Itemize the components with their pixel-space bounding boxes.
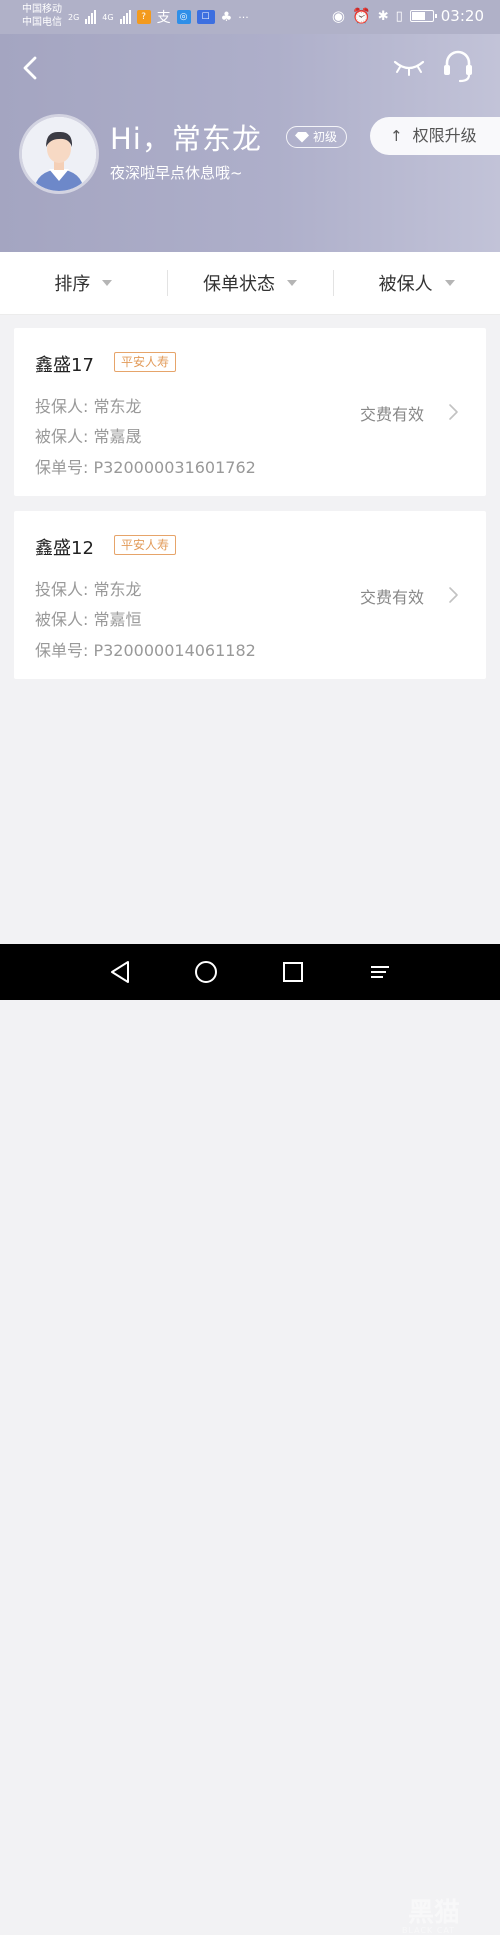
status-bar: 中国移动 中国电信 2G 4G ? 支 ◎ ☐ ♣ ··· ◉ ⏰ ✱ ▯ 03… bbox=[0, 0, 500, 34]
policy-status: 交费有效 bbox=[360, 588, 425, 607]
watermark-subtext: BLACK CAT bbox=[402, 1926, 456, 1935]
up-arrow-icon: ↑ bbox=[390, 127, 403, 145]
dropdown-triangle-icon bbox=[102, 280, 113, 286]
chat-notification-icon: ◎ bbox=[176, 10, 191, 24]
blackcat-watermark: 黑猫 BLACK CAT bbox=[378, 1892, 461, 1935]
system-nav-bar: 黑猫 BLACK CAT bbox=[0, 944, 500, 1935]
level-badge[interactable]: 初级 bbox=[286, 126, 348, 148]
nav-recent-apps-icon[interactable] bbox=[279, 958, 307, 986]
dropdown-triangle-icon bbox=[444, 280, 455, 286]
policy-status: 交费有效 bbox=[360, 405, 425, 424]
chevron-right-icon bbox=[449, 587, 458, 603]
carrier-2: 中国电信 bbox=[22, 17, 62, 28]
back-arrow-icon[interactable] bbox=[16, 52, 44, 84]
profile-header: Hi，常东龙 初级 夜深啦早点休息哦~ ↑ 权限升级 bbox=[0, 34, 500, 252]
carrier-1: 中国移动 bbox=[22, 4, 62, 15]
avatar-image bbox=[22, 117, 96, 191]
nav-notifications-icon[interactable] bbox=[366, 958, 394, 986]
status-left-icons: 2G 4G ? 支 ◎ ☐ ♣ ··· bbox=[68, 7, 249, 27]
eye-comfort-icon: ◉ bbox=[331, 7, 346, 25]
policy-name: 鑫盛17 bbox=[35, 355, 94, 376]
upgrade-label: 权限升级 bbox=[412, 126, 477, 145]
signal-icon-2 bbox=[119, 10, 131, 24]
level-label: 初级 bbox=[313, 129, 338, 144]
nav-back-icon[interactable] bbox=[107, 958, 135, 986]
carrier-labels: 中国移动 中国电信 bbox=[22, 3, 62, 29]
network-4g-label: 4G bbox=[102, 12, 114, 22]
vibrate-icon: ▯ bbox=[395, 8, 403, 24]
alipay-icon: 支 bbox=[156, 10, 171, 26]
filter-sort[interactable]: 排序 bbox=[0, 252, 167, 314]
policy-name: 鑫盛12 bbox=[35, 538, 94, 559]
filter-insured-label: 被保人 bbox=[378, 274, 433, 295]
greeting-title: Hi，常东龙 bbox=[110, 122, 262, 156]
diamond-icon bbox=[295, 132, 309, 143]
insured-person: 被保人: 常嘉恒 bbox=[35, 610, 142, 629]
dropdown-triangle-icon bbox=[287, 280, 297, 286]
policy-card[interactable]: 鑫盛17 平安人寿 投保人: 常东龙 被保人: 常嘉晟 保单号: P320000… bbox=[14, 328, 486, 496]
filter-sort-label: 排序 bbox=[54, 274, 91, 295]
eye-closed-icon[interactable] bbox=[392, 56, 426, 78]
greeting-subtitle: 夜深啦早点休息哦~ bbox=[110, 164, 243, 182]
battery-icon bbox=[409, 10, 437, 22]
filter-policy-status[interactable]: 保单状态 bbox=[166, 252, 334, 314]
policy-holder: 投保人: 常东龙 bbox=[35, 580, 142, 599]
filter-bar: 排序 保单状态 被保人 bbox=[0, 252, 500, 315]
signal-icon bbox=[85, 10, 97, 24]
alarm-icon: ⏰ bbox=[352, 7, 371, 25]
policy-number: 保单号: P320000031601762 bbox=[35, 458, 256, 477]
filter-insured[interactable]: 被保人 bbox=[333, 252, 500, 314]
nav-home-icon[interactable] bbox=[192, 958, 220, 986]
bluetooth-icon: ✱ bbox=[377, 8, 389, 24]
avatar[interactable] bbox=[22, 117, 96, 191]
clock-time: 03:20 bbox=[440, 7, 484, 25]
filter-policy-status-label: 保单状态 bbox=[203, 274, 275, 295]
more-icon: ··· bbox=[238, 10, 249, 24]
policy-number: 保单号: P320000014061182 bbox=[35, 641, 256, 660]
policy-holder: 投保人: 常东龙 bbox=[35, 397, 142, 416]
headset-icon[interactable] bbox=[441, 48, 475, 84]
watermark-text: 黑猫 bbox=[408, 1898, 461, 1928]
company-tag: 平安人寿 bbox=[114, 535, 177, 555]
upgrade-permission-button[interactable]: ↑ 权限升级 bbox=[370, 117, 500, 155]
chevron-right-icon bbox=[449, 404, 458, 420]
policy-card[interactable]: 鑫盛12 平安人寿 投保人: 常东龙 被保人: 常嘉恒 保单号: P320000… bbox=[14, 511, 486, 679]
app-notification-icon: ? bbox=[136, 10, 151, 24]
qq-icon: ♣ bbox=[220, 9, 233, 25]
network-2g-label: 2G bbox=[68, 12, 80, 22]
company-tag: 平安人寿 bbox=[114, 352, 177, 372]
insured-person: 被保人: 常嘉晟 bbox=[35, 427, 142, 446]
app-notification-icon-2: ☐ bbox=[196, 10, 215, 24]
status-right-icons: ◉ ⏰ ✱ ▯ 03:20 bbox=[332, 7, 484, 25]
